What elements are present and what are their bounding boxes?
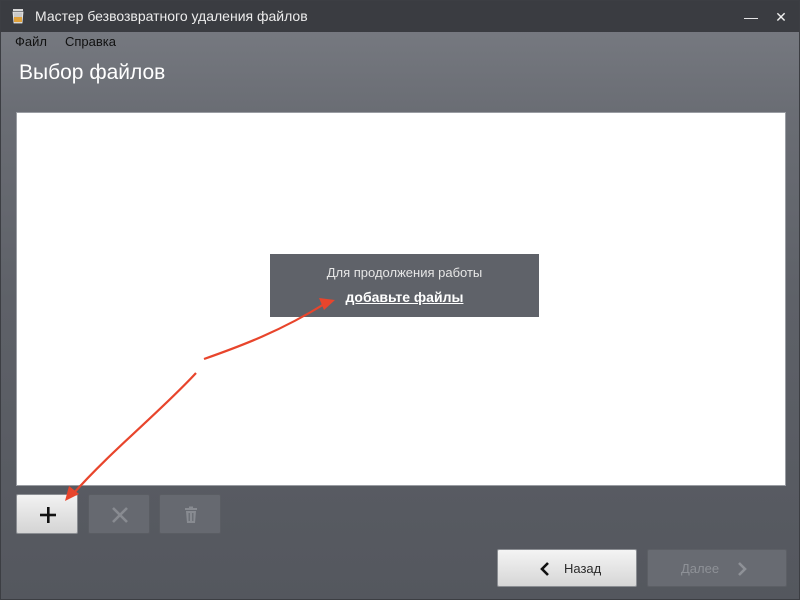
wizard-window: Мастер безвозвратного удаления файлов — … [0,0,800,600]
next-button[interactable]: Далее [647,549,787,587]
back-button[interactable]: Назад [497,549,637,587]
file-list[interactable]: Для продолжения работы добавьте файлы [16,112,786,486]
chevron-left-icon [540,562,549,576]
back-label: Назад [564,561,602,576]
menu-bar: Файл Справка [1,32,799,52]
close-button[interactable]: ✕ [771,7,791,27]
trash-icon [185,506,197,523]
x-icon [112,507,128,523]
delete-files-button[interactable] [159,494,221,534]
plus-icon [40,507,56,523]
page-title: Выбор файлов [19,61,166,84]
window-title: Мастер безвозвратного удаления файлов [35,8,308,24]
remove-from-list-button[interactable] [88,494,150,534]
title-bar[interactable]: Мастер безвозвратного удаления файлов — … [1,1,799,32]
add-files-link[interactable]: добавьте файлы [270,289,539,305]
hint-text: Для продолжения работы [326,265,483,280]
menu-help[interactable]: Справка [65,34,116,49]
empty-list-hint: Для продолжения работы добавьте файлы [270,254,539,317]
app-icon [12,9,24,24]
add-files-button[interactable] [16,494,78,534]
chevron-right-icon [738,562,747,576]
next-label: Далее [681,561,720,576]
minimize-button[interactable]: — [741,7,761,27]
menu-file[interactable]: Файл [15,34,47,49]
